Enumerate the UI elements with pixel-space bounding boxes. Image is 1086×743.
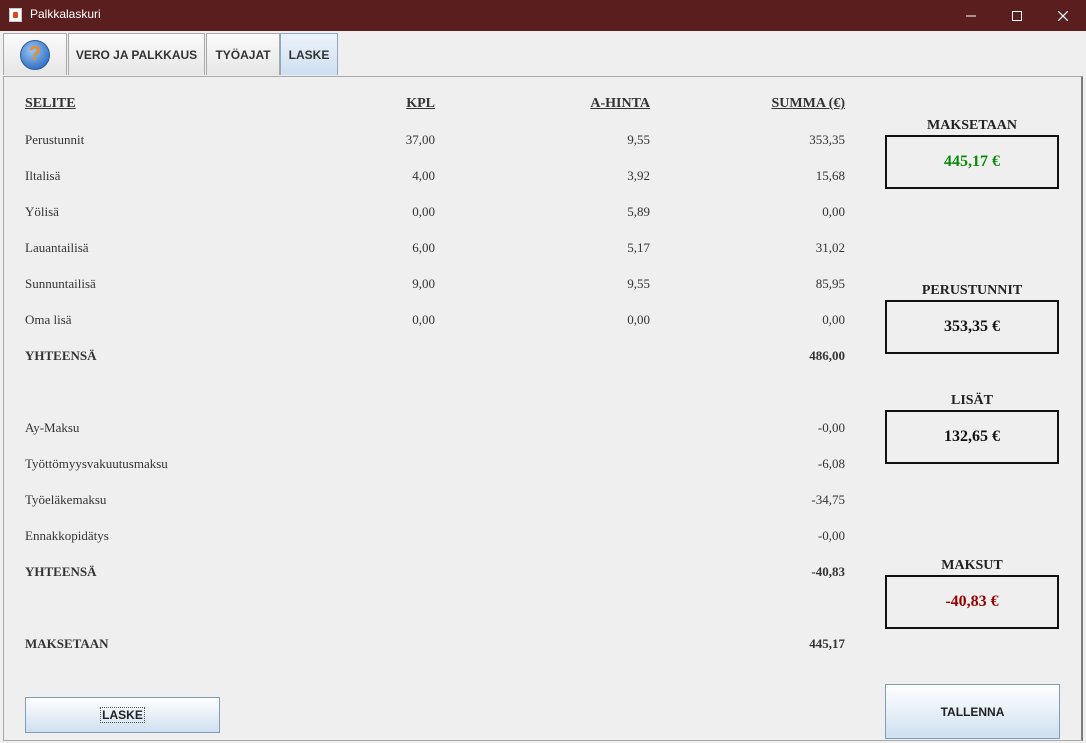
row-label: Lauantailisä	[25, 240, 89, 255]
row-kpl: 0,00	[412, 204, 435, 219]
deduction-value: -0,00	[817, 528, 845, 543]
laske-button-label: LASKE	[100, 707, 145, 723]
row-kpl: 9,00	[412, 276, 435, 291]
row-a-hinta: 9,55	[627, 276, 650, 291]
payout-value: 445,17	[809, 636, 845, 651]
summary-maksut-box: -40,83 €	[885, 575, 1059, 629]
row-kpl: 0,00	[412, 312, 435, 327]
row-label: Perustunnit	[25, 132, 85, 147]
row-a-hinta: 9,55	[627, 132, 650, 147]
maximize-icon	[1012, 10, 1022, 21]
deduction-label: Ennakkopidätys	[25, 528, 109, 543]
deduction-value: -0,00	[817, 420, 845, 435]
row-summa: 85,95	[815, 276, 845, 291]
java-app-icon	[9, 8, 22, 22]
row-summa: 353,35	[809, 132, 845, 147]
header-kpl: KPL	[406, 96, 435, 111]
header-selite: SELITE	[25, 96, 76, 111]
summary-perustunnit-title: PERUSTUNNIT	[921, 283, 1023, 298]
summary-maksetaan-box: 445,17 €	[885, 135, 1059, 189]
row-summa: 31,02	[815, 240, 845, 255]
total-deductions-value: -40,83	[811, 564, 845, 579]
summary-maksetaan-value: 445,17 €	[944, 153, 1000, 170]
close-button[interactable]	[1040, 0, 1086, 31]
row-a-hinta: 5,89	[627, 204, 650, 219]
summary-maksetaan-title: MAKSETAAN	[927, 118, 1017, 133]
row-label: Yölisä	[25, 204, 59, 219]
tallenna-button[interactable]: TALLENNA	[885, 684, 1060, 739]
deduction-label: Työttömyysvakuutusmaksu	[25, 456, 168, 471]
title-bar: Palkkalaskuri	[0, 0, 1086, 31]
tab-tyoajat[interactable]: TYÖAJAT	[206, 33, 280, 75]
window-title: Palkkalaskuri	[30, 7, 101, 21]
summary-lisat-value: 132,65 €	[944, 428, 1000, 445]
row-label: Oma lisä	[25, 312, 72, 327]
help-icon: ?	[20, 39, 50, 70]
summary-maksut-value: -40,83 €	[945, 593, 999, 610]
deduction-value: -6,08	[817, 456, 845, 471]
total-earnings-value: 486,00	[809, 348, 845, 363]
row-kpl: 37,00	[405, 132, 435, 147]
tab-laske[interactable]: LASKE	[280, 33, 338, 75]
header-a-hinta: A-HINTA	[590, 96, 650, 111]
total-deductions-label: YHTEENSÄ	[25, 564, 97, 579]
payout-label: MAKSETAAN	[25, 636, 109, 651]
maximize-button[interactable]	[994, 0, 1040, 31]
row-summa: 0,00	[822, 312, 845, 327]
tab-vero-ja-palkkaus[interactable]: VERO JA PALKKAUS	[68, 33, 205, 75]
row-a-hinta: 5,17	[627, 240, 650, 255]
summary-perustunnit-box: 353,35 €	[885, 300, 1059, 354]
row-a-hinta: 3,92	[627, 168, 650, 183]
summary-lisat-box: 132,65 €	[885, 410, 1059, 464]
close-icon	[1058, 10, 1068, 21]
row-summa: 15,68	[815, 168, 845, 183]
summary-lisat-title: LISÄT	[950, 393, 994, 408]
row-summa: 0,00	[822, 204, 845, 219]
minimize-button[interactable]	[948, 0, 994, 31]
summary-maksut-title: MAKSUT	[941, 558, 1003, 573]
row-kpl: 4,00	[412, 168, 435, 183]
total-earnings-label: YHTEENSÄ	[25, 348, 97, 363]
tab-strip: ? VERO JA PALKKAUS TYÖAJAT LASKE	[0, 31, 1086, 76]
deduction-value: -34,75	[811, 492, 845, 507]
row-label: Sunnuntailisä	[25, 276, 96, 291]
deduction-label: Työeläkemaksu	[25, 492, 107, 507]
deduction-label: Ay-Maksu	[25, 420, 80, 435]
row-kpl: 6,00	[412, 240, 435, 255]
laske-button[interactable]: LASKE	[25, 697, 220, 733]
minimize-icon	[966, 15, 976, 16]
row-label: Iltalisä	[25, 168, 61, 183]
header-summa: SUMMA (€)	[771, 96, 846, 111]
summary-perustunnit-value: 353,35 €	[944, 318, 1000, 335]
row-a-hinta: 0,00	[627, 312, 650, 327]
tab-help[interactable]: ?	[3, 33, 67, 75]
